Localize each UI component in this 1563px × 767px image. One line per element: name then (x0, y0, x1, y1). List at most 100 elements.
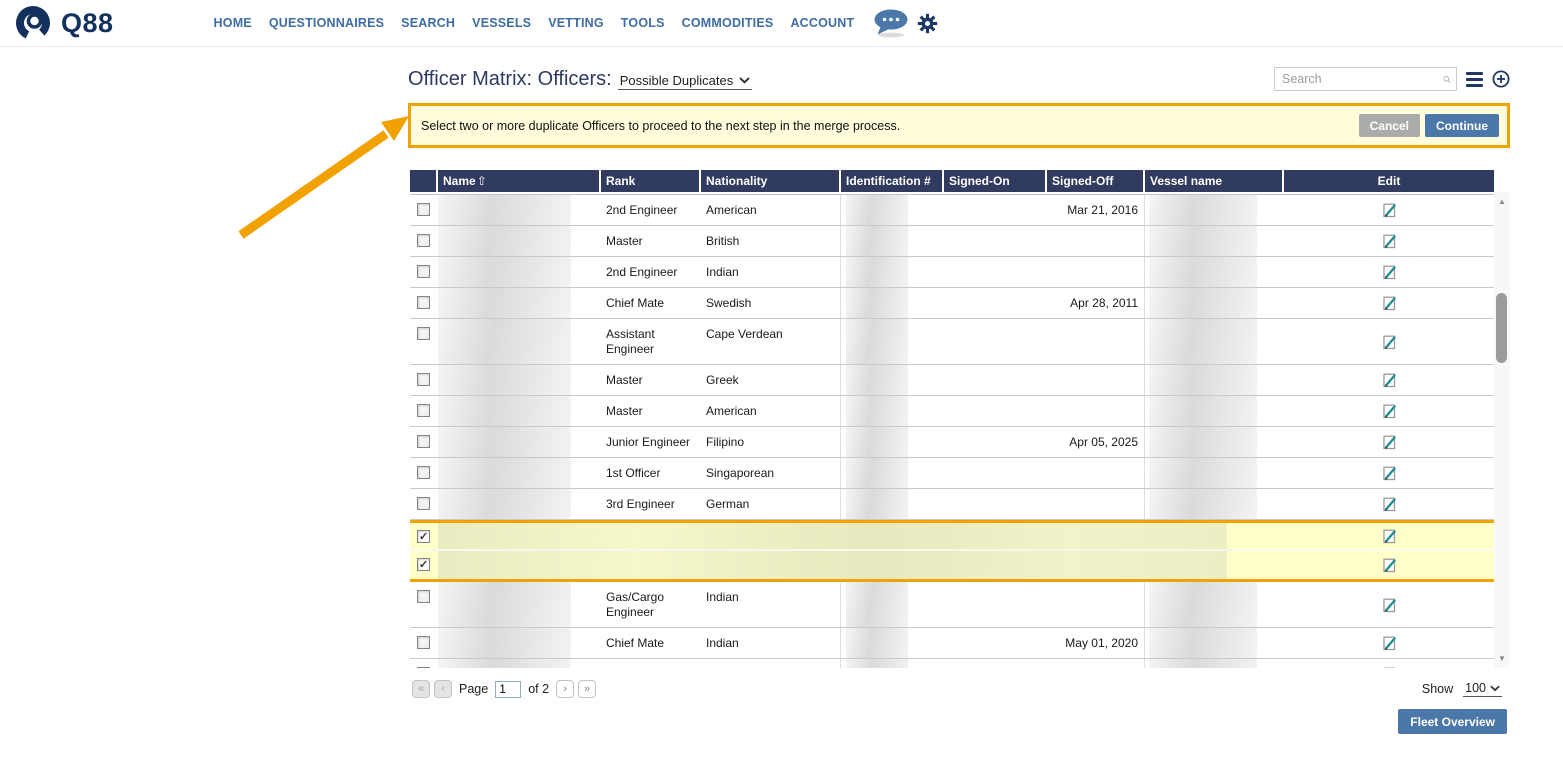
edit-icon[interactable] (1382, 635, 1397, 651)
edit-icon[interactable] (1382, 496, 1397, 512)
header-vessel-name[interactable]: Vessel name (1145, 170, 1284, 192)
page-size-value: 100 (1465, 681, 1486, 695)
header-name[interactable]: Name⇧ (438, 170, 601, 192)
edit-icon[interactable] (1382, 597, 1397, 613)
row-checkbox[interactable] (417, 558, 430, 571)
table-scrollbar[interactable]: ▲ ▼ (1494, 192, 1510, 668)
table-row: 1st Officer Singaporean (410, 458, 1494, 489)
search-icon[interactable] (1443, 71, 1451, 88)
row-checkbox[interactable] (417, 530, 430, 543)
menu-hamburger-icon[interactable] (1466, 72, 1483, 87)
first-page-button[interactable]: « (412, 680, 430, 698)
table-row (410, 523, 1494, 551)
row-checkbox[interactable] (417, 466, 430, 479)
redacted-name (438, 226, 571, 256)
row-checkbox[interactable] (417, 327, 430, 340)
row-checkbox[interactable] (417, 435, 430, 448)
settings-gear-icon[interactable] (917, 13, 938, 34)
scroll-up-icon[interactable]: ▲ (1494, 197, 1510, 206)
nationality-cell: Indian (701, 582, 841, 627)
header-identification[interactable]: Identification # (841, 170, 944, 192)
redacted-vessel-name (1149, 582, 1257, 627)
edit-icon[interactable] (1382, 264, 1397, 280)
nationality-cell: Indian (701, 628, 841, 658)
edit-icon[interactable] (1382, 434, 1397, 450)
redacted-name (438, 427, 571, 457)
top-navigation: Q88 HOME QUESTIONNAIRES SEARCH VESSELS V… (0, 0, 1563, 47)
table-body: 2nd Engineer American Mar 21, 2016 Maste… (410, 194, 1494, 668)
fleet-overview-button[interactable]: Fleet Overview (1398, 709, 1507, 734)
signed-on-cell (944, 458, 1047, 488)
nav-item-vetting[interactable]: VETTING (548, 16, 604, 30)
nav-item-vessels[interactable]: VESSELS (472, 16, 531, 30)
edit-icon[interactable] (1382, 233, 1397, 249)
signed-on-cell (944, 489, 1047, 519)
search-input[interactable] (1282, 72, 1443, 86)
nav-item-account[interactable]: ACCOUNT (790, 16, 854, 30)
row-checkbox[interactable] (417, 636, 430, 649)
row-checkbox[interactable] (417, 667, 430, 668)
view-selector-dropdown[interactable]: Possible Duplicates (618, 73, 752, 90)
row-checkbox[interactable] (417, 203, 430, 216)
signed-on-cell (944, 628, 1047, 658)
nav-icon-group (870, 8, 938, 39)
table-header-row: Name⇧ Rank Nationality Identification # … (410, 170, 1494, 192)
q88-logo[interactable]: Q88 (14, 4, 114, 42)
page-size-select[interactable]: 100 (1463, 681, 1502, 697)
redacted-vessel-name (1149, 396, 1257, 426)
edit-icon[interactable] (1382, 295, 1397, 311)
last-page-button[interactable]: » (578, 680, 596, 698)
rank-cell: 2nd Engineer (601, 195, 701, 225)
nav-item-search[interactable]: SEARCH (401, 16, 455, 30)
selected-duplicates-group (410, 520, 1494, 582)
edit-icon[interactable] (1382, 372, 1397, 388)
edit-icon[interactable] (1382, 403, 1397, 419)
header-signed-off[interactable]: Signed-Off (1047, 170, 1145, 192)
nav-item-commodities[interactable]: COMMODITIES (682, 16, 774, 30)
signed-on-cell (944, 659, 1047, 668)
signed-off-cell: Apr 28, 2011 (1047, 288, 1145, 318)
signed-on-cell (944, 195, 1047, 225)
edit-icon[interactable] (1382, 528, 1397, 544)
row-checkbox[interactable] (417, 265, 430, 278)
row-checkbox[interactable] (417, 373, 430, 386)
rank-cell: Master (601, 659, 701, 668)
row-checkbox[interactable] (417, 497, 430, 510)
continue-button[interactable]: Continue (1425, 114, 1499, 137)
edit-icon[interactable] (1382, 666, 1397, 668)
header-signed-on[interactable]: Signed-On (944, 170, 1047, 192)
redacted-identification (846, 226, 908, 256)
add-circle-icon[interactable] (1492, 70, 1510, 88)
row-checkbox[interactable] (417, 234, 430, 247)
row-checkbox[interactable] (417, 404, 430, 417)
signed-on-cell (944, 226, 1047, 256)
edit-icon[interactable] (1382, 334, 1397, 350)
table-row: Master British (410, 226, 1494, 257)
redacted-identification (846, 365, 908, 395)
edit-icon[interactable] (1382, 202, 1397, 218)
chat-icon[interactable] (870, 8, 910, 39)
row-checkbox[interactable] (417, 590, 430, 603)
nav-item-questionnaires[interactable]: QUESTIONNAIRES (269, 16, 384, 30)
redacted-name (438, 195, 571, 225)
previous-page-button[interactable]: ‹ (434, 680, 452, 698)
redacted-identification (846, 489, 908, 519)
scrollbar-thumb[interactable] (1496, 293, 1507, 363)
redacted-name (438, 288, 571, 318)
scroll-down-icon[interactable]: ▼ (1494, 654, 1510, 663)
edit-icon[interactable] (1382, 465, 1397, 481)
signed-off-cell (1047, 257, 1145, 287)
edit-icon[interactable] (1382, 557, 1397, 573)
header-nationality[interactable]: Nationality (701, 170, 841, 192)
next-page-button[interactable]: › (556, 680, 574, 698)
nav-item-home[interactable]: HOME (214, 16, 252, 30)
table-row (410, 551, 1494, 579)
table-row: Chief Mate Indian May 01, 2020 (410, 628, 1494, 659)
row-checkbox[interactable] (417, 296, 430, 309)
nav-item-tools[interactable]: TOOLS (621, 16, 665, 30)
rank-cell: Assistant Engineer (601, 319, 701, 364)
header-rank[interactable]: Rank (601, 170, 701, 192)
page-number-input[interactable] (495, 681, 521, 698)
cancel-button[interactable]: Cancel (1359, 114, 1420, 137)
signed-on-cell (944, 396, 1047, 426)
